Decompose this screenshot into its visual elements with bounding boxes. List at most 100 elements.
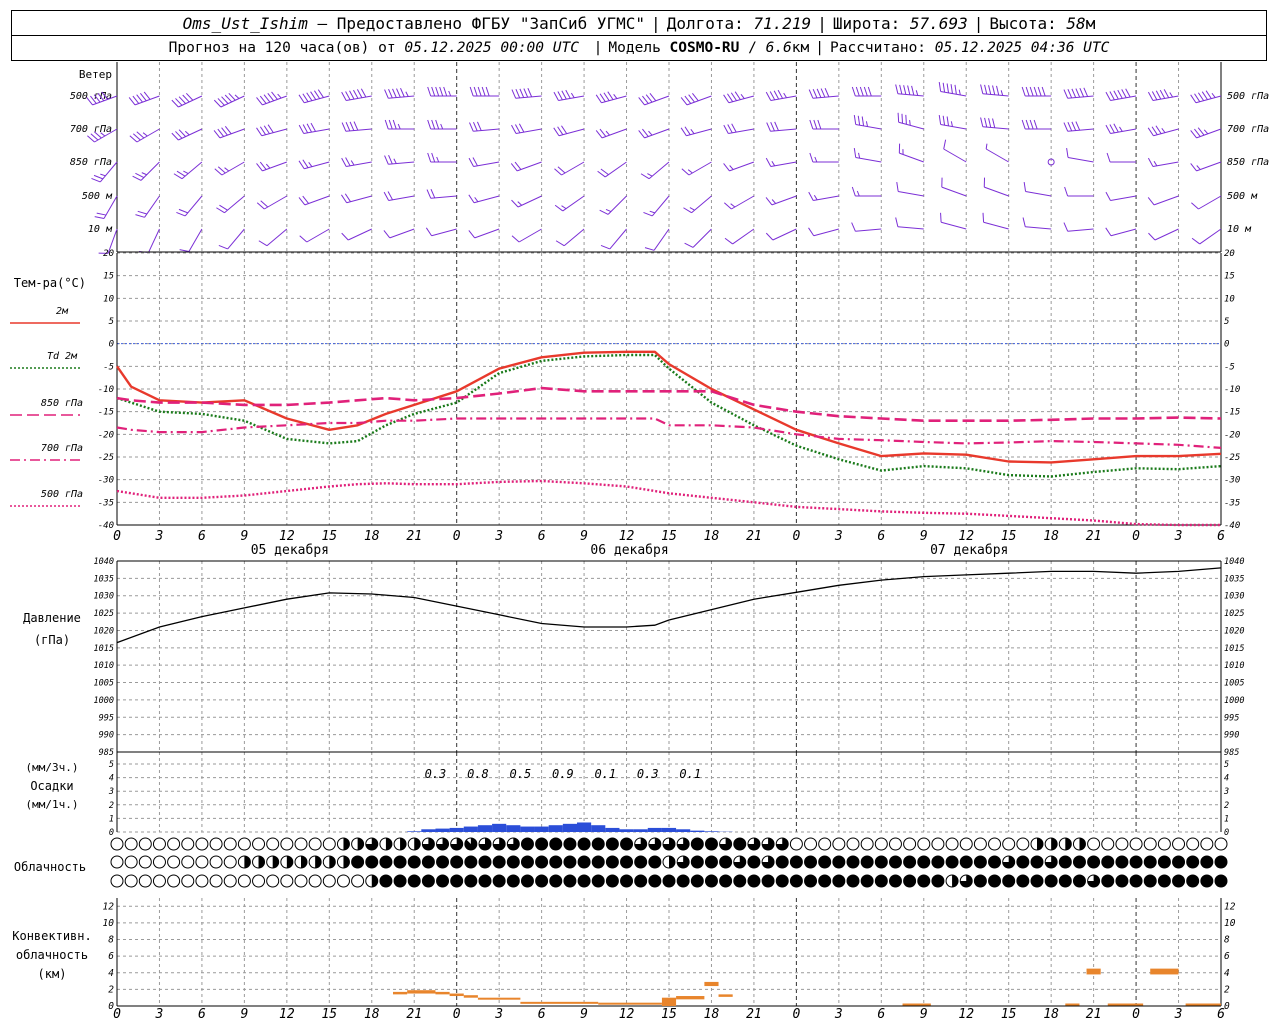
cloud-cover-symbol bbox=[421, 874, 435, 888]
wind-barb-flag bbox=[942, 115, 946, 126]
cloud-symbol-circle bbox=[110, 837, 124, 851]
wind-barb-flag bbox=[427, 119, 432, 130]
wind-barb-flag bbox=[523, 88, 529, 98]
wind-barb-staff bbox=[1025, 190, 1052, 197]
wind-barb-flag bbox=[824, 87, 830, 98]
cloud-cover-symbol bbox=[209, 874, 223, 888]
wind-barb-half-flag bbox=[729, 165, 734, 170]
cloud-symbol-circle bbox=[152, 874, 166, 888]
wind-level-label-left: 500 м bbox=[82, 191, 113, 202]
cloud-cover-symbol bbox=[1072, 837, 1086, 851]
cloud-symbol-fill bbox=[606, 856, 619, 868]
wind-barb-flag bbox=[299, 235, 308, 243]
wind-barb-half-flag bbox=[142, 132, 148, 137]
conv-xtick: 3 bbox=[1174, 1007, 1183, 1022]
wind-barb-flag bbox=[435, 119, 440, 130]
cloud-symbol-circle bbox=[1157, 837, 1171, 851]
cloud-cover-symbol bbox=[959, 874, 973, 888]
wind-barb bbox=[218, 228, 245, 250]
cloud-cover-symbol bbox=[152, 855, 166, 869]
conv-ytick-left: 12 bbox=[103, 901, 115, 912]
wind-barb-flag bbox=[681, 168, 690, 176]
wind-barb bbox=[299, 228, 330, 243]
wind-barb-staff bbox=[148, 228, 160, 253]
conv-xtick: 12 bbox=[619, 1007, 635, 1022]
cloud-cover-symbol bbox=[761, 855, 775, 869]
wind-barb bbox=[213, 126, 245, 139]
wind-barb-flag bbox=[820, 88, 826, 98]
precip-bar bbox=[407, 831, 422, 832]
cloud-symbol-fill bbox=[1186, 875, 1199, 887]
wind-barb-flag bbox=[310, 91, 317, 100]
wind-barb bbox=[1105, 123, 1137, 135]
wind-barb-flag bbox=[96, 212, 107, 216]
wind-barb-staff bbox=[431, 228, 457, 237]
wind-barb-half-flag bbox=[856, 190, 860, 197]
wind-barb-flag bbox=[302, 195, 310, 204]
precip-bar bbox=[534, 826, 549, 832]
conv-ytick-right: 6 bbox=[1224, 951, 1230, 962]
temp-ytick-left: 20 bbox=[103, 249, 114, 259]
wind-barb-flag bbox=[851, 86, 856, 97]
cloud-cover-symbol bbox=[1072, 855, 1086, 869]
cloud-cover-symbol bbox=[492, 855, 506, 869]
temp-ytick-left: -35 bbox=[98, 498, 114, 508]
cloud-symbol-fill bbox=[385, 838, 392, 850]
wind-barb bbox=[173, 161, 203, 180]
cloud-symbol-fill bbox=[1079, 838, 1086, 850]
cloud-symbol-fill bbox=[450, 875, 463, 887]
wind-barb-half-flag bbox=[184, 130, 190, 136]
wind-barb-flag bbox=[267, 93, 275, 102]
cloud-symbol-fill bbox=[818, 875, 831, 887]
cloud-symbol-fill bbox=[365, 856, 378, 868]
cloud-cover-symbol bbox=[492, 874, 506, 888]
cloud-symbol-circle bbox=[1200, 837, 1214, 851]
wind-barb bbox=[426, 189, 457, 199]
cloud-symbol-fill bbox=[1144, 875, 1157, 887]
cloud-symbol-circle bbox=[110, 855, 124, 869]
cloud-cover-symbol bbox=[945, 855, 959, 869]
temp-legend-label: 500 гПа bbox=[41, 489, 83, 500]
cloud-cover-symbol bbox=[1214, 855, 1228, 869]
conv-cloud-bar bbox=[1086, 968, 1101, 975]
wind-barb bbox=[723, 91, 755, 104]
wind-barb-flag bbox=[688, 94, 695, 103]
wind-barb-flag bbox=[853, 148, 857, 158]
wind-barb-flag bbox=[808, 191, 814, 201]
wind-barb-flag bbox=[179, 249, 190, 253]
cloud-cover-symbol bbox=[634, 874, 648, 888]
cloud-symbol-fill bbox=[493, 856, 506, 868]
wind-barb-flag bbox=[219, 204, 228, 211]
wind-level-label-right: 500 гПа bbox=[1227, 91, 1269, 102]
cloud-cover-symbol bbox=[973, 837, 987, 851]
prec-ytick-right: 2 bbox=[1224, 801, 1229, 811]
cloud-symbol-circle bbox=[195, 855, 209, 869]
pres-ytick-right: 995 bbox=[1224, 713, 1239, 723]
cloud-symbol-fill bbox=[592, 856, 605, 868]
wind-barb-flag bbox=[851, 186, 856, 197]
temp-xtick: 9 bbox=[240, 529, 248, 544]
cloud-symbol-fill bbox=[847, 856, 859, 868]
wind-barb bbox=[808, 87, 839, 99]
cloud-cover-symbol bbox=[138, 874, 152, 888]
wind-barb-flag bbox=[1113, 90, 1119, 100]
wind-barb bbox=[510, 161, 542, 172]
conv-cloud-bar bbox=[477, 997, 521, 1000]
cloud-cover-symbol bbox=[1087, 855, 1101, 869]
conv-cloud-bar bbox=[1065, 1003, 1080, 1006]
wind-barb-half-flag bbox=[397, 123, 401, 130]
cloud-cover-symbol bbox=[605, 874, 619, 888]
wind-barb-flag bbox=[992, 118, 996, 128]
wind-barb-staff bbox=[692, 228, 712, 248]
wind-barb bbox=[1022, 217, 1052, 230]
wind-barb bbox=[638, 128, 670, 139]
wind-barb-flag bbox=[430, 189, 436, 199]
cloud-cover-symbol bbox=[478, 855, 492, 869]
cloud-cover-symbol bbox=[237, 874, 251, 888]
cloud-cover-symbol bbox=[804, 874, 818, 888]
wind-barb-flag bbox=[603, 92, 610, 101]
cloud-cover-symbol bbox=[237, 837, 251, 851]
cloud-cover-symbol bbox=[393, 874, 407, 888]
wind-barb-half-flag bbox=[308, 162, 313, 167]
conv-xtick: 12 bbox=[958, 1007, 974, 1022]
